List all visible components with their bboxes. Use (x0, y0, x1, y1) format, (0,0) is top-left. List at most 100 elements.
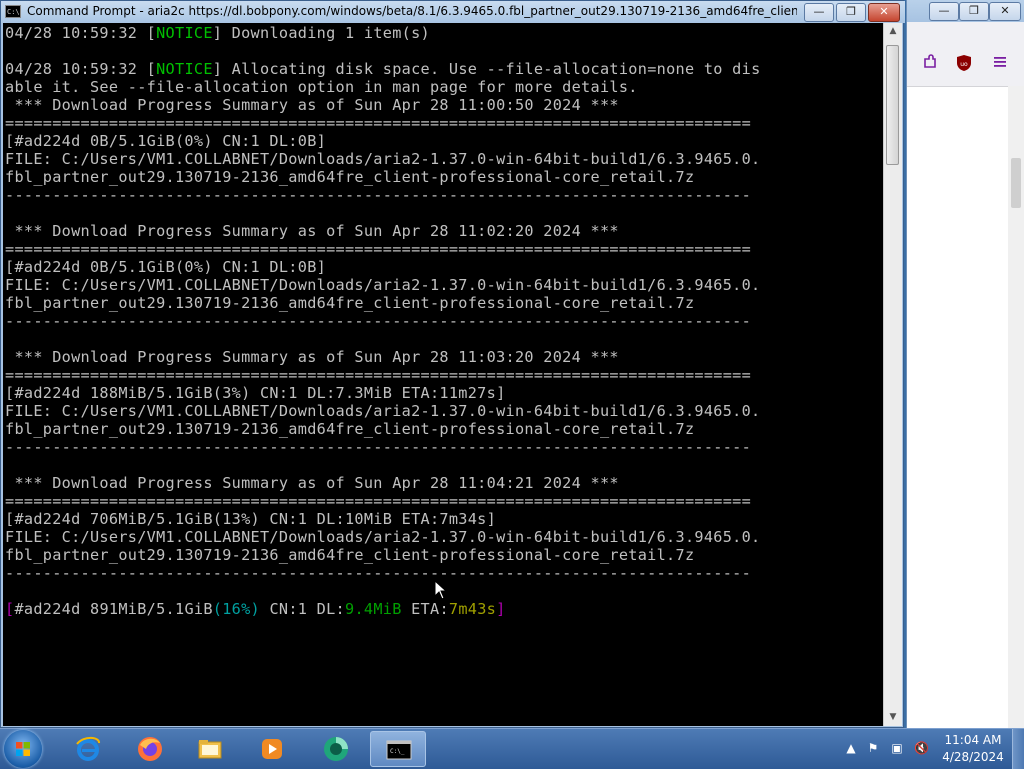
action-center-flag-icon[interactable]: ⚑ (866, 741, 880, 755)
ublock-icon[interactable]: uo (953, 54, 975, 76)
taskbar-ie[interactable] (60, 731, 116, 767)
taskbar: C:\_ ▲ ⚑ ▣ 🔇 11:04 AM 4/28/2024 (0, 728, 1024, 769)
console-line: FILE: C:/Users/VM1.COLLABNET/Downloads/a… (5, 276, 761, 294)
console-text: ] Allocating disk space. Use --file-allo… (212, 60, 761, 78)
console-line: *** Download Progress Summary as of Sun … (5, 348, 619, 366)
browser-toolbar: uo (907, 22, 1024, 87)
scrollbar-thumb[interactable] (886, 45, 899, 165)
console-text: *** Download Progress Summary as of Sun … (5, 474, 619, 492)
extensions-icon[interactable] (919, 54, 941, 76)
browser-scrollbar[interactable] (1008, 86, 1024, 728)
console-line: ----------------------------------------… (5, 564, 751, 582)
console-line: *** Download Progress Summary as of Sun … (5, 222, 619, 240)
show-hidden-icons-icon[interactable]: ▲ (844, 741, 858, 755)
console-line: ----------------------------------------… (5, 438, 751, 456)
window-title: Command Prompt - aria2c https://dl.bobpo… (27, 4, 797, 18)
cmd-titlebar[interactable]: C:\ Command Prompt - aria2c https://dl.b… (1, 1, 905, 23)
media-player-icon (262, 739, 282, 759)
windows-logo-icon (16, 742, 30, 756)
console-text: ----------------------------------------… (5, 186, 752, 204)
clock-time[interactable]: 11:04 AM (938, 733, 1008, 747)
cmd-window-icon[interactable]: C:\ (5, 5, 21, 18)
console-text: FILE: C:/Users/VM1.COLLABNET/Downloads/a… (5, 276, 761, 294)
console-text: ETA: (401, 600, 449, 618)
maximize-button[interactable]: ❐ (836, 3, 866, 22)
taskbar-firefox[interactable] (122, 731, 178, 767)
console-text: ----------------------------------------… (5, 564, 752, 582)
console-text: fbl_partner_out29.130719-2136_amd64fre_c… (5, 546, 695, 564)
console-text: [#ad224d 188MiB/5.1GiB(3%) CN:1 DL:7.3Mi… (5, 384, 506, 402)
console-line: fbl_partner_out29.130719-2136_amd64fre_c… (5, 168, 694, 186)
console-line: [#ad224d 891MiB/5.1GiB(16%) CN:1 DL:9.4M… (5, 600, 506, 618)
console-text: FILE: C:/Users/VM1.COLLABNET/Downloads/a… (5, 402, 761, 420)
scroll-up-icon[interactable]: ▲ (884, 23, 902, 40)
minimize-button[interactable]: — (804, 3, 834, 22)
taskbar-command-prompt[interactable]: C:\_ (370, 731, 426, 767)
svg-text:uo: uo (960, 61, 968, 68)
browser-close-button[interactable]: ✕ (989, 2, 1021, 21)
network-icon[interactable]: ▣ (890, 741, 904, 755)
console-text: [#ad224d 0B/5.1GiB(0%) CN:1 DL:0B] (5, 132, 327, 150)
taskbar-media-player[interactable] (244, 731, 300, 767)
console-text: ----------------------------------------… (5, 438, 752, 456)
browser-titlebar[interactable]: — ❐ ✕ (907, 0, 1024, 22)
console-output[interactable]: 04/28 10:59:32 [NOTICE] Downloading 1 it… (3, 23, 883, 726)
folder-icon (198, 740, 222, 759)
console-line: FILE: C:/Users/VM1.COLLABNET/Downloads/a… (5, 150, 761, 168)
svg-text:C:\_: C:\_ (390, 748, 405, 755)
taskbar-green-app[interactable] (308, 731, 364, 767)
browser-scrollbar-thumb[interactable] (1011, 158, 1021, 208)
console-line: FILE: C:/Users/VM1.COLLABNET/Downloads/a… (5, 528, 761, 546)
console-line: ========================================… (5, 366, 751, 384)
console-line: ----------------------------------------… (5, 312, 751, 330)
console-text: ========================================… (5, 366, 752, 384)
console-line: ========================================… (5, 492, 751, 510)
console-text: fbl_partner_out29.130719-2136_amd64fre_c… (5, 168, 695, 186)
console-line: [#ad224d 0B/5.1GiB(0%) CN:1 DL:0B] (5, 132, 326, 150)
console-text: *** Download Progress Summary as of Sun … (5, 96, 619, 114)
console-line: ----------------------------------------… (5, 186, 751, 204)
console-text: CN:1 DL: (260, 600, 345, 618)
taskbar-explorer[interactable] (182, 731, 238, 767)
background-browser-window[interactable]: — ❐ ✕ uo (906, 0, 1024, 728)
console-line: *** Download Progress Summary as of Sun … (5, 96, 619, 114)
console-line: [#ad224d 706MiB/5.1GiB(13%) CN:1 DL:10Mi… (5, 510, 496, 528)
mouse-cursor-icon (434, 580, 448, 600)
command-prompt-window[interactable]: C:\ Command Prompt - aria2c https://dl.b… (0, 0, 905, 728)
console-text: [#ad224d 706MiB/5.1GiB(13%) CN:1 DL:10Mi… (5, 510, 497, 528)
console-line: [#ad224d 0B/5.1GiB(0%) CN:1 DL:0B] (5, 258, 326, 276)
console-text: 04/28 10:59:32 [ (5, 60, 157, 78)
console-text: #ad224d 891MiB/5.1GiB (14, 600, 213, 618)
console-text: 7m43s (448, 600, 497, 618)
console-line: [#ad224d 188MiB/5.1GiB(3%) CN:1 DL:7.3Mi… (5, 384, 506, 402)
console-text: fbl_partner_out29.130719-2136_amd64fre_c… (5, 294, 695, 312)
green-app-icon (324, 737, 348, 761)
console-text: FILE: C:/Users/VM1.COLLABNET/Downloads/a… (5, 528, 761, 546)
console-text: ========================================… (5, 492, 752, 510)
console-line: fbl_partner_out29.130719-2136_amd64fre_c… (5, 420, 694, 438)
console-text: ----------------------------------------… (5, 312, 752, 330)
console-line: ========================================… (5, 114, 751, 132)
console-text: ] (496, 600, 506, 618)
menu-icon[interactable] (989, 54, 1011, 76)
ie-icon (76, 736, 100, 761)
browser-maximize-button[interactable]: ❐ (959, 2, 989, 21)
console-text: *** Download Progress Summary as of Sun … (5, 222, 619, 240)
firefox-icon (138, 737, 162, 761)
show-desktop-button[interactable] (1012, 729, 1024, 769)
close-button[interactable]: ✕ (868, 3, 900, 22)
console-line: fbl_partner_out29.130719-2136_amd64fre_c… (5, 546, 694, 564)
clock-date[interactable]: 4/28/2024 (938, 750, 1008, 764)
console-scrollbar[interactable]: ▲ ▼ (883, 23, 902, 726)
volume-muted-icon[interactable]: 🔇 (914, 741, 929, 755)
console-line: fbl_partner_out29.130719-2136_amd64fre_c… (5, 294, 694, 312)
console-text: 04/28 10:59:32 [ (5, 24, 157, 42)
console-line: 04/28 10:59:32 [NOTICE] Allocating disk … (5, 60, 761, 78)
console-text: able it. See --file-allocation option in… (5, 78, 638, 96)
console-line: FILE: C:/Users/VM1.COLLABNET/Downloads/a… (5, 402, 761, 420)
console-text: ========================================… (5, 114, 752, 132)
console-text: ========================================… (5, 240, 752, 258)
start-button[interactable] (4, 730, 42, 768)
scroll-down-icon[interactable]: ▼ (884, 709, 902, 726)
browser-minimize-button[interactable]: — (929, 2, 959, 21)
